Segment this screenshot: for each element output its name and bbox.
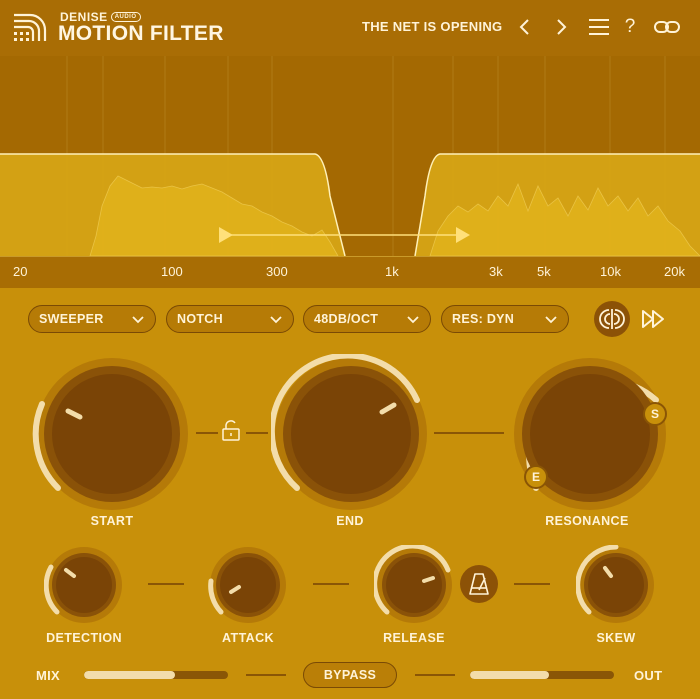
- chevron-down-icon: [132, 316, 144, 324]
- help-button[interactable]: ?: [617, 14, 643, 40]
- freq-label: 1k: [385, 264, 399, 279]
- prev-preset-button[interactable]: [512, 14, 538, 40]
- start-label: START: [90, 514, 134, 528]
- slope-dropdown[interactable]: 48DB/OCT: [303, 305, 431, 333]
- tempo-sync-button[interactable]: [460, 565, 498, 603]
- connector-line: [434, 432, 504, 434]
- mode-dropdown[interactable]: SWEEPER: [28, 305, 156, 333]
- slope-value: 48DB/OCT: [314, 312, 379, 326]
- detection-label: DETECTION: [46, 631, 122, 645]
- forward-button[interactable]: [640, 305, 668, 333]
- spectrum-graph: [0, 56, 700, 256]
- mix-slider-fill: [84, 671, 175, 679]
- chevron-right-icon: [557, 19, 567, 35]
- freq-label: 5k: [537, 264, 551, 279]
- detection-knob[interactable]: [44, 545, 124, 625]
- freq-label: 20: [13, 264, 28, 279]
- freq-label: 300: [266, 264, 288, 279]
- fast-forward-icon: [642, 310, 664, 328]
- chevron-left-icon: [519, 19, 529, 35]
- chevron-down-icon: [545, 316, 557, 324]
- menu-icon: [589, 19, 609, 35]
- end-label: END: [336, 514, 364, 528]
- help-icon: ?: [624, 16, 636, 37]
- resonance-mode-value: RES: DYN: [452, 312, 515, 326]
- connector-line: [246, 674, 286, 676]
- chevron-down-icon: [270, 316, 282, 324]
- chevron-down-icon: [407, 316, 419, 324]
- connector-line: [415, 674, 455, 676]
- out-slider[interactable]: [470, 671, 614, 679]
- filter-type-value: NOTCH: [177, 312, 223, 326]
- attack-knob[interactable]: [208, 545, 288, 625]
- skew-knob[interactable]: [576, 545, 656, 625]
- mix-slider[interactable]: [84, 671, 228, 679]
- connector-line: [514, 583, 550, 585]
- connector-line: [148, 583, 184, 585]
- resonance-label: RESONANCE: [545, 514, 629, 528]
- lock-button[interactable]: [220, 420, 242, 442]
- out-slider-fill: [470, 671, 550, 679]
- connector-line: [196, 432, 218, 434]
- spectrum-display[interactable]: [0, 56, 700, 256]
- stereo-mode-button[interactable]: [594, 301, 630, 337]
- next-preset-button[interactable]: [548, 14, 574, 40]
- metronome-icon: [469, 573, 489, 595]
- start-knob[interactable]: [32, 354, 192, 514]
- filter-type-dropdown[interactable]: NOTCH: [166, 305, 294, 333]
- link-button[interactable]: [652, 14, 682, 40]
- menu-button[interactable]: [586, 14, 612, 40]
- frequency-axis: 20 100 300 1k 3k 5k 10k 20k: [0, 256, 700, 288]
- bypass-button[interactable]: BYPASS: [303, 662, 397, 688]
- freq-label: 20k: [664, 264, 685, 279]
- resonance-knob[interactable]: [510, 354, 670, 514]
- mix-label: MIX: [36, 668, 61, 683]
- resonance-mode-dropdown[interactable]: RES: DYN: [441, 305, 569, 333]
- stereo-icon: [599, 309, 625, 329]
- freq-label: 100: [161, 264, 183, 279]
- resonance-start-marker[interactable]: S: [643, 402, 667, 426]
- logo-icon: [14, 13, 47, 41]
- skew-label: SKEW: [596, 631, 636, 645]
- freq-label: 3k: [489, 264, 503, 279]
- preset-name[interactable]: THE NET IS OPENING: [362, 19, 502, 34]
- connector-line: [313, 583, 349, 585]
- out-label: OUT: [634, 668, 663, 683]
- header-bar: DENISE AUDIO MOTION FILTER THE NET IS OP…: [0, 0, 700, 56]
- release-knob[interactable]: [374, 545, 454, 625]
- resonance-end-marker[interactable]: E: [524, 465, 548, 489]
- end-knob[interactable]: [271, 354, 431, 514]
- release-label: RELEASE: [383, 631, 445, 645]
- link-icon: [654, 21, 680, 33]
- brand-badge: AUDIO: [110, 12, 141, 22]
- freq-label: 10k: [600, 264, 621, 279]
- connector-line: [246, 432, 268, 434]
- mode-value: SWEEPER: [39, 312, 104, 326]
- motion-filter-plugin: DENISE AUDIO MOTION FILTER THE NET IS OP…: [0, 0, 700, 699]
- attack-label: ATTACK: [222, 631, 274, 645]
- product-title: MOTION FILTER: [58, 22, 224, 45]
